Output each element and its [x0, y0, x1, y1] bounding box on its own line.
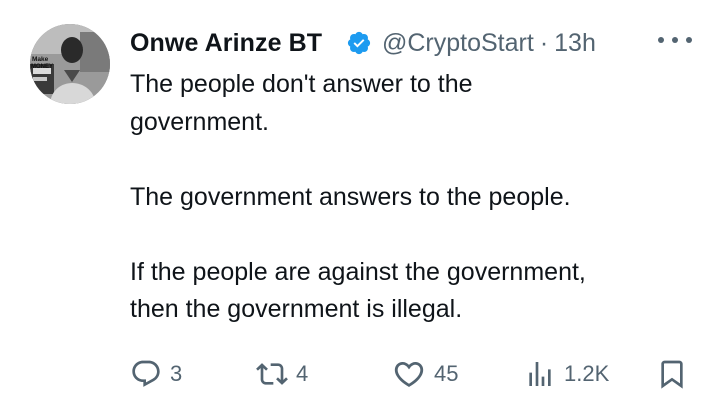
tweet[interactable]: Make MONEY Onwe Arinze BT @CryptoStart ·…	[0, 0, 720, 404]
tweet-line: then the government is illegal.	[130, 295, 463, 323]
tweet-line: government.	[130, 107, 269, 136]
views-button[interactable]: 1.2K	[524, 352, 609, 396]
post-time[interactable]: 13h	[554, 29, 596, 58]
avatar-text-money: MONEY	[31, 64, 53, 70]
repost-button[interactable]: 4	[256, 352, 308, 396]
views-count: 1.2K	[564, 361, 610, 386]
author-name[interactable]: Onwe Arinze BT	[130, 29, 322, 57]
like-button[interactable]: 45	[392, 352, 458, 396]
views-icon	[524, 358, 556, 390]
bookmark-button[interactable]	[656, 352, 688, 396]
avatar-image: Make MONEY	[30, 24, 110, 104]
separator-dot: ·	[539, 28, 549, 57]
tweet-line: The people don't answer to the	[130, 70, 473, 98]
reply-icon	[130, 358, 162, 390]
author-handle[interactable]: @CryptoStart	[382, 29, 534, 58]
like-icon	[392, 357, 426, 391]
author-name-wrap: Onwe Arinze BT	[130, 29, 344, 58]
avatar-text-make: Make	[32, 56, 49, 63]
tweet-line: The government answers to the people.	[130, 182, 571, 211]
reply-button[interactable]: 3	[130, 352, 182, 396]
like-count: 45	[434, 361, 459, 386]
tweet-text: The people don't answer to the governmen…	[130, 66, 690, 329]
action-bar: 3 4 45 1.2K	[130, 352, 690, 396]
tweet-line: If the people are against the government…	[130, 257, 586, 286]
repost-icon	[256, 358, 288, 390]
bookmark-icon	[656, 358, 688, 390]
tweet-header: Onwe Arinze BT @CryptoStart · 13h	[130, 26, 692, 60]
verified-badge-icon[interactable]	[346, 30, 372, 56]
repost-count: 4	[296, 361, 309, 386]
reply-count: 3	[170, 361, 183, 386]
more-icon[interactable]	[658, 30, 692, 50]
avatar[interactable]: Make MONEY	[30, 24, 110, 104]
